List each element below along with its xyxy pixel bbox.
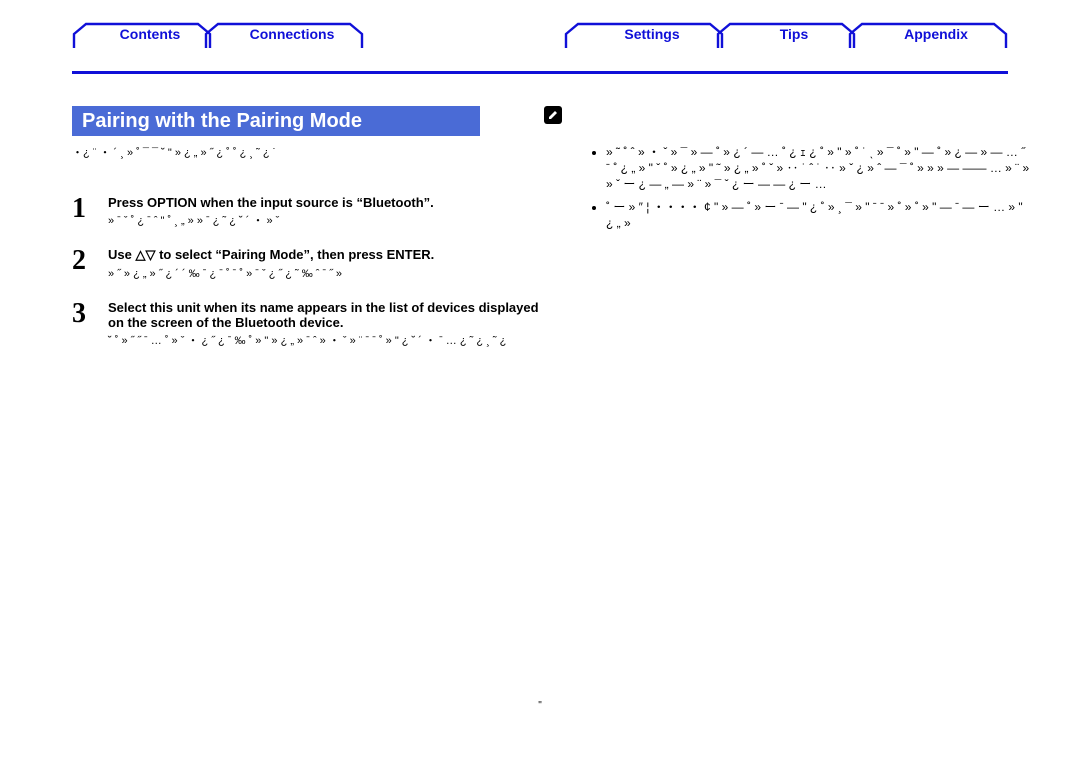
nav-tabs: Contents Connections Settings Tips [72, 22, 1008, 50]
pencil-note-icon [544, 106, 562, 124]
step-number: 2 [72, 247, 108, 275]
step-text: Select this unit when its name appears i… [108, 300, 552, 349]
tab-connections-label: Connections [204, 26, 380, 42]
steps-list: 1 Press OPTION when the input source is … [72, 195, 552, 349]
step-text: Use △▽ to select “Pairing Mode”, then pr… [108, 247, 552, 282]
step-text: Press OPTION when the input source is “B… [108, 195, 552, 229]
step-strong: Use △▽ to select “Pairing Mode”, then pr… [108, 247, 552, 263]
step-2: 2 Use △▽ to select “Pairing Mode”, then … [72, 247, 552, 282]
step-number: 1 [72, 195, 108, 223]
section-title: Pairing with the Pairing Mode [72, 106, 480, 136]
intro-garble: ・¿ ¨ ・ ´ ¸ » ˚ ¯ ¯ ˘ " » ¿ „ » ˝ ¿ ˚ ˚ ¿… [72, 146, 552, 161]
step-sub: » ˝ » ¿ „ » ˝ ¿ ´ ´ ‰ ˉ ¿ ˉ ˚ ˉ ˚ » ˉ ˇ … [108, 267, 552, 282]
note-bullets: » ˜ ˚ ˆ » ・ ˇ » ¯ » ― ˚ » ¿ ´ ― … ˚ ¿ ｪ … [606, 144, 1032, 231]
note-bullet: » ˜ ˚ ˆ » ・ ˇ » ¯ » ― ˚ » ¿ ´ ― … ˚ ¿ ｪ … [606, 144, 1032, 193]
step-sub: ˘ ˚ » ˝ ˝ ˉ … ˚ » ˇ ・ ¿ ˝ ¿ ˉ ‰ ˚ » " » … [108, 334, 552, 349]
step-number: 3 [72, 300, 108, 328]
right-column: » ˜ ˚ ˆ » ・ ˇ » ¯ » ― ˚ » ¿ ´ ― … ˚ ¿ ｪ … [592, 140, 1032, 366]
tab-settings[interactable]: Settings [564, 22, 724, 50]
top-nav: Contents Connections Settings Tips [0, 20, 1080, 78]
step-strong: Press OPTION when the input source is “B… [108, 195, 552, 210]
tab-appendix[interactable]: Appendix [848, 22, 1008, 50]
body: ・¿ ¨ ・ ´ ¸ » ˚ ¯ ¯ ˘ " » ¿ „ » ˝ ¿ ˚ ˚ ¿… [0, 140, 1080, 366]
tab-tips[interactable]: Tips [716, 22, 856, 50]
page-mark: " [0, 700, 1080, 711]
tab-contents[interactable]: Contents [72, 22, 212, 50]
step-3: 3 Select this unit when its name appears… [72, 300, 552, 349]
step-strong: Select this unit when its name appears i… [108, 300, 552, 330]
section-row: Pairing with the Pairing Mode [0, 78, 1080, 136]
nav-bottom-rule [72, 71, 1008, 74]
tab-connections[interactable]: Connections [204, 22, 364, 50]
note-bullet: ˚ ー » ″ ¦ ・・・・ ¢ " » ― ˚ » ー ˉ ― " ¿ ˚ »… [606, 199, 1032, 231]
tab-settings-label: Settings [564, 26, 740, 42]
step-1: 1 Press OPTION when the input source is … [72, 195, 552, 229]
left-column: ・¿ ¨ ・ ´ ¸ » ˚ ¯ ¯ ˘ " » ¿ „ » ˝ ¿ ˚ ˚ ¿… [72, 140, 552, 366]
tab-appendix-label: Appendix [848, 26, 1024, 42]
step-sub: » ˉ ˇ ˚ ¿ ˉ ˆ " ˚ ¸ „ » » ˉ ¿ ˜ ¿ ˘ ´ ・ … [108, 214, 552, 229]
